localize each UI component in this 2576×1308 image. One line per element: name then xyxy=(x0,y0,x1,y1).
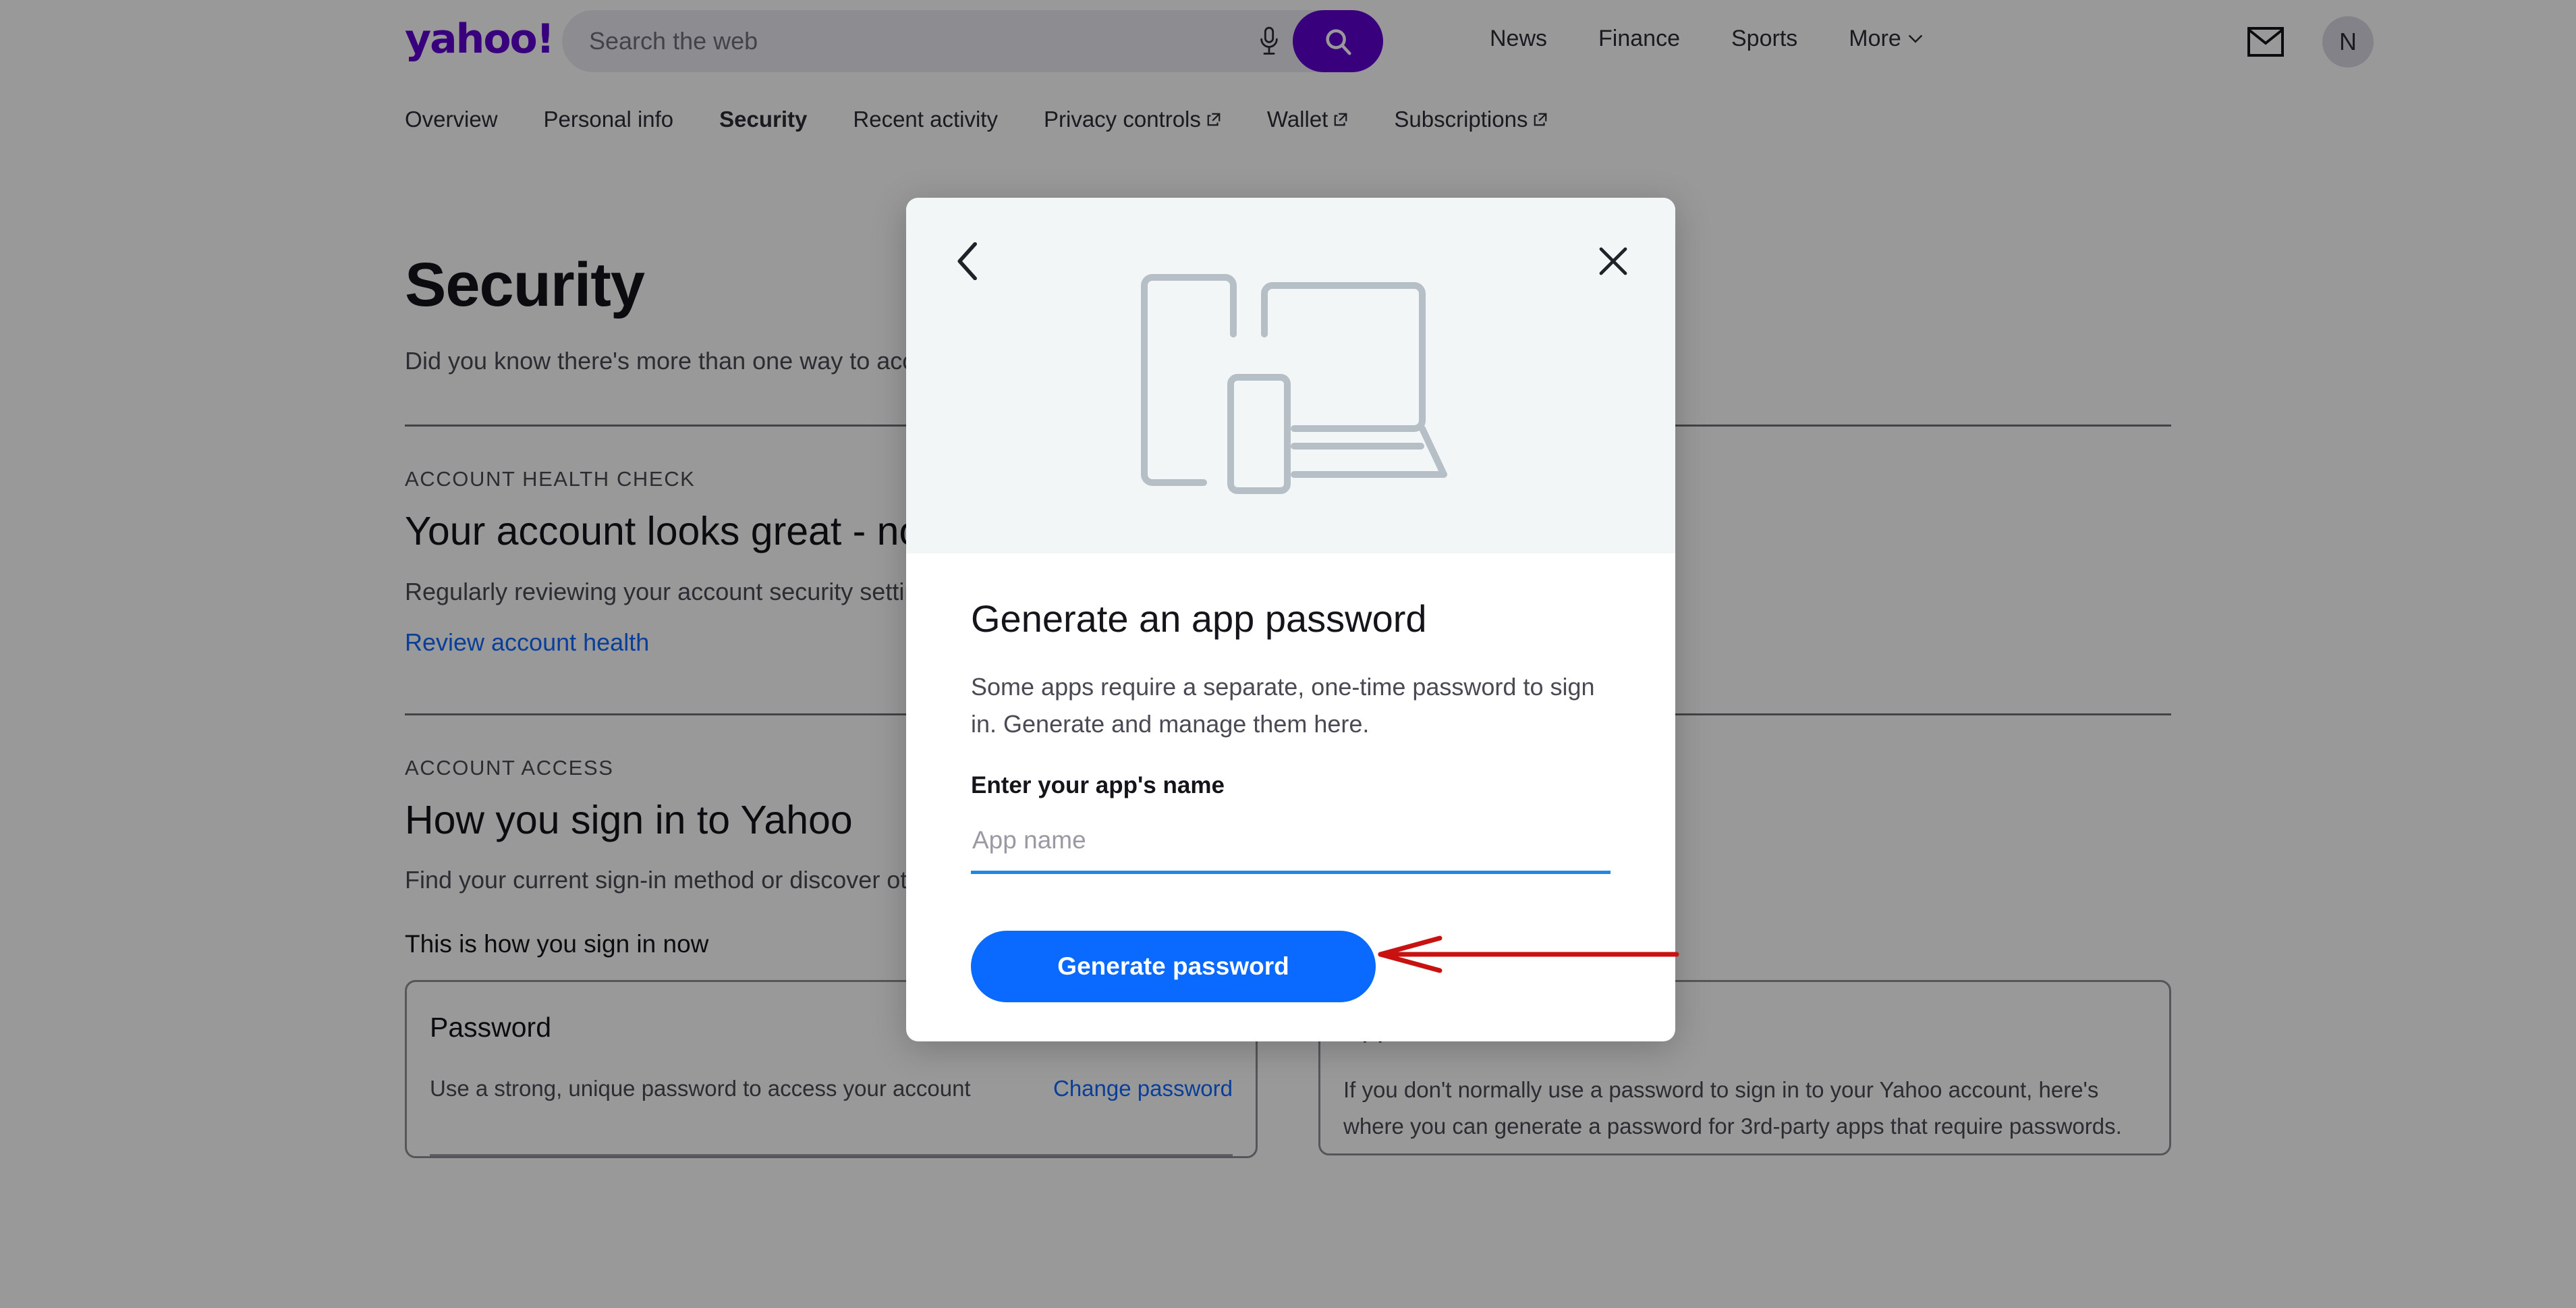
devices-illustration xyxy=(1141,273,1447,494)
phone-body xyxy=(1227,373,1291,494)
close-button[interactable] xyxy=(1589,237,1637,285)
laptop-keyboard xyxy=(1291,425,1447,478)
generate-password-button[interactable]: Generate password xyxy=(971,931,1376,1003)
chevron-left-icon xyxy=(957,242,977,280)
close-icon xyxy=(1599,247,1627,275)
modal-hero xyxy=(906,198,1675,553)
generate-app-password-modal: Generate an app password Some apps requi… xyxy=(906,198,1675,1041)
app-name-label: Enter your app's name xyxy=(971,772,1225,799)
tablet-bottom xyxy=(1141,344,1207,486)
modal-body: Generate an app password Some apps requi… xyxy=(906,597,1675,1003)
app-name-input[interactable] xyxy=(971,826,1611,875)
modal-title: Generate an app password xyxy=(971,597,1427,640)
tablet-top xyxy=(1141,273,1237,351)
modal-description: Some apps require a separate, one-time p… xyxy=(971,673,1595,738)
back-button[interactable] xyxy=(944,237,992,285)
